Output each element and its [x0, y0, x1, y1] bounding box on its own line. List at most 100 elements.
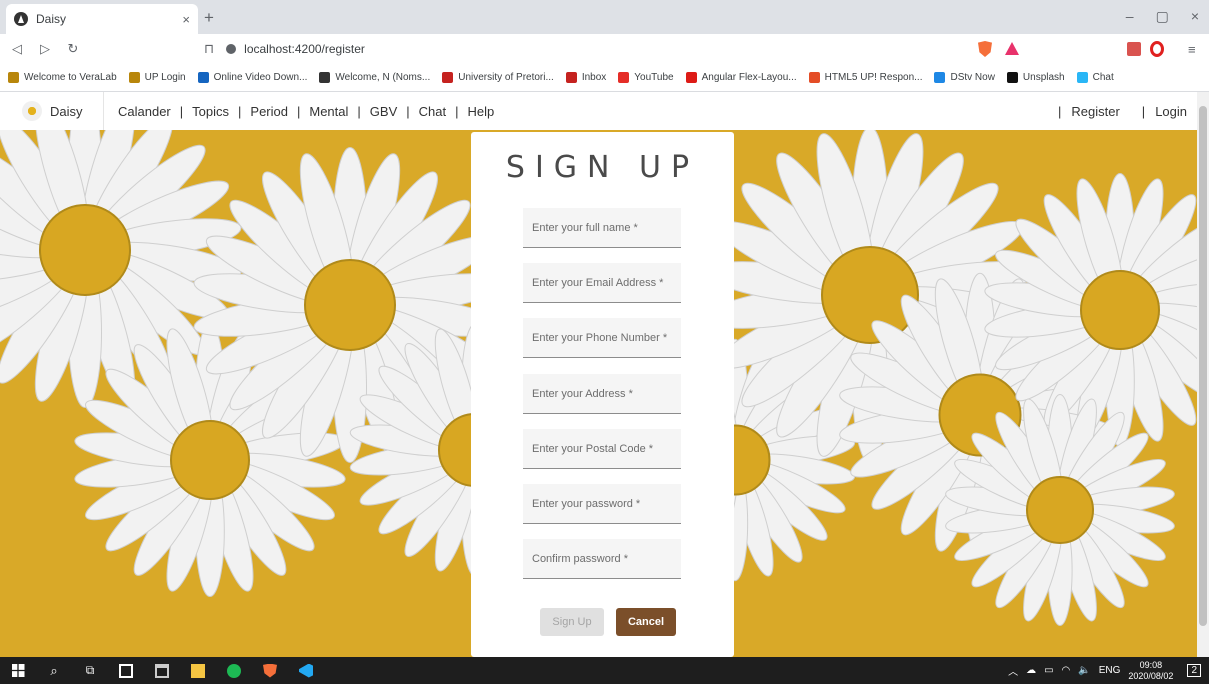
back-icon[interactable]: ◁: [6, 41, 28, 57]
signup-button[interactable]: Sign Up: [540, 608, 604, 636]
pdf-extension-icon[interactable]: [1127, 42, 1141, 56]
bookmark-item[interactable]: Unsplash: [1006, 72, 1065, 83]
clock[interactable]: 09:08 2020/08/02: [1128, 660, 1173, 682]
cancel-button[interactable]: Cancel: [616, 608, 676, 636]
page-scrollbar[interactable]: [1197, 92, 1209, 657]
phone-field[interactable]: [523, 318, 681, 358]
bookmark-item[interactable]: YouTube: [618, 72, 674, 83]
address-input[interactable]: [523, 374, 681, 413]
menu-icon[interactable]: ≡: [1188, 42, 1196, 57]
url-text: localhost:4200/register: [244, 42, 365, 56]
tab-title: Daisy: [36, 12, 67, 26]
bookmark-item[interactable]: Online Video Down...: [197, 72, 307, 83]
window-app-icon[interactable]: [144, 663, 180, 678]
angular-icon: [685, 72, 697, 83]
notifications-icon[interactable]: 2: [1187, 664, 1201, 677]
nav-chat[interactable]: Chat: [419, 104, 446, 119]
bookmark-item[interactable]: Welcome, N (Noms...: [319, 72, 430, 83]
minimize-button[interactable]: –: [1126, 8, 1134, 25]
web-page: Daisy Calander | Topics | Period | Mental | …: [0, 92, 1197, 657]
scrollbar-thumb[interactable]: [1199, 106, 1207, 626]
brand[interactable]: Daisy: [0, 92, 104, 130]
language-indicator[interactable]: ENG: [1099, 665, 1121, 676]
bookmark-label: Welcome to VeraLab: [24, 72, 117, 83]
address-bar-row: ◁ ▷ ↻ ⊓ localhost:4200/register ≡: [0, 34, 1209, 64]
volume-icon[interactable]: 🔈: [1078, 665, 1090, 676]
bookmark-item[interactable]: UP Login: [128, 72, 186, 83]
maximize-button[interactable]: ▢: [1156, 8, 1169, 25]
postal-code-input[interactable]: [523, 429, 681, 468]
nav-help[interactable]: Help: [468, 104, 495, 119]
bookmark-item[interactable]: Welcome to VeraLab: [8, 72, 117, 83]
bookmark-item[interactable]: Chat: [1076, 72, 1114, 83]
bookmark-label: DStv Now: [950, 72, 995, 83]
full-name-input[interactable]: [523, 208, 681, 247]
dstv-icon: [934, 72, 946, 83]
nav-topics[interactable]: Topics: [192, 104, 229, 119]
bookmark-item[interactable]: DStv Now: [934, 72, 995, 83]
onedrive-icon[interactable]: ☁: [1026, 665, 1036, 676]
address-field[interactable]: [523, 374, 681, 414]
url-field[interactable]: localhost:4200/register: [226, 42, 986, 56]
password-field[interactable]: [523, 484, 681, 524]
confirm-password-field[interactable]: [523, 539, 681, 579]
email-field[interactable]: [523, 263, 681, 303]
video-icon: [197, 72, 209, 83]
login-link[interactable]: Login: [1155, 104, 1187, 119]
bookmark-item[interactable]: Angular Flex-Layou...: [685, 72, 797, 83]
new-tab-button[interactable]: +: [204, 8, 214, 28]
file-explorer-icon[interactable]: [180, 663, 216, 678]
search-icon[interactable]: ⌕: [36, 663, 72, 679]
email-input[interactable]: [523, 263, 681, 302]
opera-extension-icon[interactable]: [1150, 41, 1164, 57]
spotify-icon[interactable]: [216, 663, 252, 678]
browser-tab[interactable]: Daisy ×: [6, 4, 198, 34]
reload-icon[interactable]: ↻: [62, 41, 84, 57]
nav-period[interactable]: Period: [250, 104, 288, 119]
signup-card: SIGN UP Sign Up Cancel: [471, 132, 734, 657]
nav-gbv[interactable]: GBV: [370, 104, 397, 119]
postal-code-field[interactable]: [523, 429, 681, 469]
nav-mental[interactable]: Mental: [309, 104, 348, 119]
bookmark-item[interactable]: University of Pretori...: [442, 72, 554, 83]
close-window-button[interactable]: ×: [1191, 8, 1199, 25]
task-view-icon[interactable]: ⧉: [72, 663, 108, 678]
youtube-icon: [618, 72, 630, 83]
wifi-icon[interactable]: ◠: [1062, 665, 1071, 676]
chevron-up-icon[interactable]: ︿: [1008, 663, 1018, 678]
bookmark-label: Angular Flex-Layou...: [701, 72, 797, 83]
register-link[interactable]: Register: [1071, 104, 1119, 119]
phone-input[interactable]: [523, 318, 681, 357]
site-info-icon[interactable]: [226, 44, 237, 54]
close-tab-icon[interactable]: ×: [182, 12, 190, 27]
brave-icon[interactable]: [252, 663, 288, 678]
nav-calander[interactable]: Calander: [118, 104, 171, 119]
bookmark-label: Welcome, N (Noms...: [335, 72, 431, 83]
bookmark-item[interactable]: HTML5 UP! Respon...: [808, 72, 922, 83]
gmail-icon: [442, 72, 454, 83]
windows-start-icon[interactable]: [0, 664, 36, 677]
bookmark-label: Unsplash: [1022, 72, 1065, 83]
browser-tab-bar: Daisy × + – ▢ ×: [0, 0, 1209, 34]
window-controls: – ▢ ×: [1126, 8, 1199, 25]
password-input[interactable]: [523, 484, 681, 523]
battery-icon[interactable]: ▭: [1044, 665, 1053, 676]
windows-taskbar: ⌕ ⧉ ︿ ☁ ▭ ◠ 🔈 ENG 09:08 2020/08/02 2: [0, 657, 1209, 684]
brave-rewards-icon[interactable]: [1005, 42, 1019, 55]
bookmark-item[interactable]: Inbox: [565, 72, 606, 83]
nav-links: Calander | Topics | Period | Mental | GBV | C…: [118, 103, 495, 119]
unsplash-icon: [1006, 72, 1018, 83]
forward-icon[interactable]: ▷: [34, 41, 56, 57]
clock-date: 2020/08/02: [1128, 670, 1174, 681]
bookmark-icon[interactable]: ⊓: [204, 41, 214, 57]
app-navbar: Daisy Calander | Topics | Period | Mental | …: [0, 92, 1197, 130]
daisy-logo-icon: [22, 101, 42, 121]
photos-icon[interactable]: [108, 663, 144, 678]
html5up-icon: [808, 72, 820, 83]
welcome-icon: [319, 72, 331, 83]
up-icon: [128, 72, 140, 83]
vscode-icon[interactable]: [288, 663, 324, 678]
confirm-password-input[interactable]: [523, 539, 681, 578]
full-name-field[interactable]: [523, 208, 681, 248]
brand-name: Daisy: [50, 103, 83, 119]
